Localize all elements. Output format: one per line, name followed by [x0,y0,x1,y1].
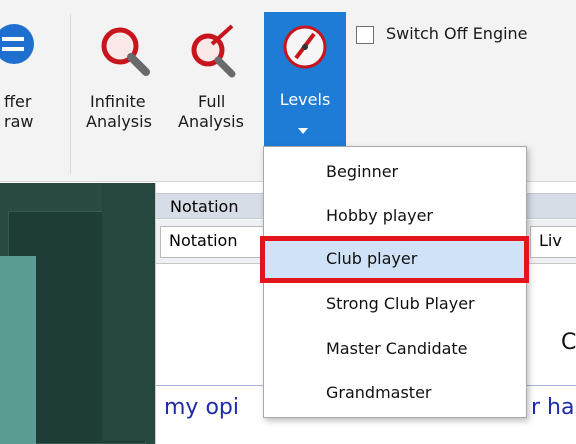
tab-live[interactable]: Liv [530,226,576,258]
switch-off-engine-checkbox[interactable] [356,26,374,44]
tab-notation-label: Notation [169,231,238,250]
levels-label: Levels [279,90,331,109]
ribbon-separator [70,14,71,174]
menu-item-hobby-player[interactable]: Hobby player [264,197,526,235]
menu-item-grandmaster[interactable]: Grandmaster [264,374,526,412]
offer-draw-label: ffer [4,92,32,111]
full-analysis-label: Full [198,92,226,111]
infinite-analysis-button[interactable]: Infinite Analysis [84,12,174,146]
tab-live-label: Liv [539,231,562,250]
menu-item-master-candidate[interactable]: Master Candidate [264,330,526,368]
offer-draw-icon [0,24,34,64]
full-analysis-button[interactable]: Full Analysis [176,12,260,146]
levels-button[interactable]: Levels [264,12,346,146]
selection-highlight [260,236,529,283]
chevron-down-icon [298,128,308,134]
notation-comment-end: r ha [531,395,575,420]
infinite-analysis-label-line2: Analysis [86,112,152,131]
switch-off-engine-label: Switch Off Engine [386,24,528,43]
notation-move: C5 [561,330,576,355]
board-edge [102,183,155,441]
tab-notation[interactable]: Notation [160,226,264,258]
offer-draw-button[interactable]: ffer raw [0,12,68,146]
offer-draw-label-line2: raw [4,112,34,131]
infinite-analysis-icon [101,27,150,76]
notation-header-title: Notation [170,197,239,216]
notation-comment: my opi [164,395,239,420]
menu-item-beginner[interactable]: Beginner [264,153,526,191]
board-square [0,256,36,444]
levels-icon [283,25,327,69]
full-analysis-label-line2: Analysis [178,112,244,131]
full-analysis-icon [191,24,236,78]
infinite-analysis-label: Infinite [90,92,146,111]
menu-item-strong-club-player[interactable]: Strong Club Player [264,285,526,323]
